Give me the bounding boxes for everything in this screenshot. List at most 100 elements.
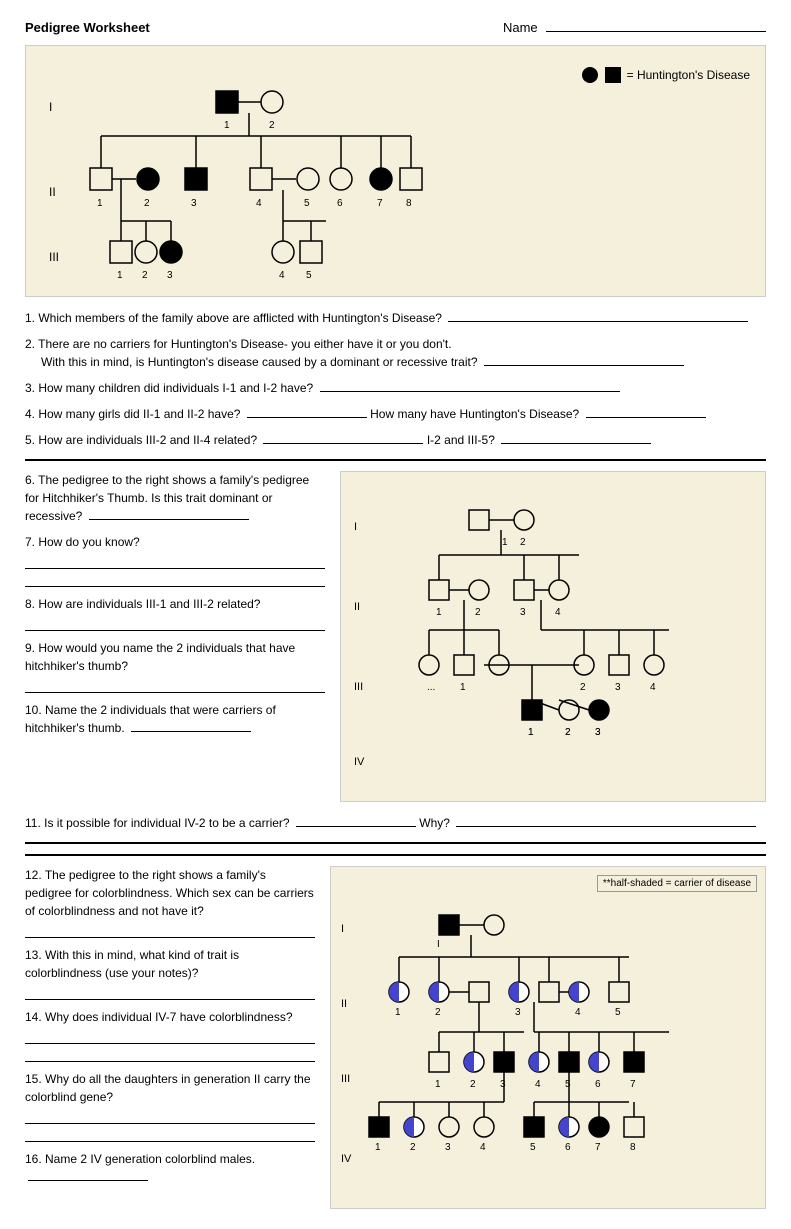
q4-answer1[interactable] bbox=[247, 417, 367, 418]
q5-text2: I-2 and III-5? bbox=[427, 433, 495, 447]
svg-text:2: 2 bbox=[470, 1079, 476, 1090]
svg-text:4: 4 bbox=[575, 1007, 581, 1018]
q14-answer[interactable] bbox=[25, 1028, 315, 1044]
svg-text:2: 2 bbox=[580, 682, 586, 693]
q15-answer[interactable] bbox=[25, 1108, 315, 1124]
bottom-section: 12. The pedigree to the right shows a fa… bbox=[25, 854, 766, 1209]
q11-text2: Why? bbox=[419, 816, 450, 830]
pedigree-diagram-3: I II III IV I bbox=[339, 897, 709, 1197]
pedigree-section-1: = Huntington's Disease I II III 1 2 1 2 … bbox=[25, 45, 766, 297]
q11-number: 11. bbox=[25, 816, 44, 830]
svg-text:4: 4 bbox=[480, 1142, 486, 1153]
question-7: 7. How do you know? bbox=[25, 533, 325, 587]
svg-text:II: II bbox=[49, 185, 56, 199]
q3-text: How many children did individuals I-1 an… bbox=[38, 381, 313, 395]
svg-text:III: III bbox=[341, 1073, 350, 1085]
svg-text:1: 1 bbox=[502, 537, 508, 548]
svg-text:3: 3 bbox=[191, 198, 197, 209]
svg-text:5: 5 bbox=[530, 1142, 536, 1153]
q3-answer[interactable] bbox=[320, 391, 620, 392]
middle-section: 6. The pedigree to the right shows a fam… bbox=[25, 471, 766, 802]
svg-text:5: 5 bbox=[306, 270, 312, 281]
q12-number: 12. bbox=[25, 868, 45, 882]
q7-number: 7. bbox=[25, 535, 38, 549]
svg-text:1: 1 bbox=[528, 727, 534, 738]
svg-text:1: 1 bbox=[97, 198, 103, 209]
question-5: 5. How are individuals III-2 and II-4 re… bbox=[25, 431, 766, 449]
name-input-line[interactable] bbox=[546, 31, 766, 32]
svg-text:II: II bbox=[354, 601, 360, 613]
svg-text:4: 4 bbox=[535, 1079, 541, 1090]
q6-answer[interactable] bbox=[89, 519, 249, 520]
svg-text:3: 3 bbox=[500, 1079, 506, 1090]
q16-text: Name 2 IV generation colorblind males. bbox=[45, 1152, 255, 1166]
question-10: 10. Name the 2 individuals that were car… bbox=[25, 701, 325, 737]
page-header: Pedigree Worksheet Name bbox=[25, 20, 766, 35]
svg-text:5: 5 bbox=[304, 198, 310, 209]
svg-text:4: 4 bbox=[650, 682, 656, 693]
svg-text:3: 3 bbox=[520, 607, 526, 618]
question-16: 16. Name 2 IV generation colorblind male… bbox=[25, 1150, 315, 1186]
q5-answer1[interactable] bbox=[263, 443, 423, 444]
q10-answer[interactable] bbox=[131, 731, 251, 732]
q1-answer[interactable] bbox=[448, 321, 748, 322]
svg-text:6: 6 bbox=[565, 1142, 571, 1153]
svg-text:2: 2 bbox=[435, 1007, 441, 1018]
svg-text:2: 2 bbox=[520, 537, 526, 548]
q7-answer[interactable] bbox=[25, 553, 325, 569]
half-shaded-label: **half-shaded = carrier of disease bbox=[597, 875, 757, 892]
q4-number: 4. bbox=[25, 407, 38, 421]
svg-text:I: I bbox=[437, 939, 440, 950]
q4-text2: How many have Huntington's Disease? bbox=[370, 407, 579, 421]
legend-text: = Huntington's Disease bbox=[627, 68, 750, 82]
svg-text:I: I bbox=[354, 521, 357, 533]
svg-text:...: ... bbox=[427, 682, 435, 693]
svg-text:IV: IV bbox=[354, 756, 365, 768]
q10-number: 10. bbox=[25, 703, 45, 717]
svg-text:3: 3 bbox=[167, 270, 173, 281]
q7-answer-2[interactable] bbox=[25, 571, 325, 587]
svg-text:3: 3 bbox=[445, 1142, 451, 1153]
q3-number: 3. bbox=[25, 381, 38, 395]
q2-number: 2. bbox=[25, 337, 38, 351]
q2-answer[interactable] bbox=[484, 365, 684, 366]
q15-answer-2[interactable] bbox=[25, 1126, 315, 1142]
q8-answer[interactable] bbox=[25, 615, 325, 631]
svg-text:8: 8 bbox=[406, 198, 412, 209]
q2-text2: With this in mind, is Huntington's disea… bbox=[41, 355, 478, 369]
q2-text1: There are no carriers for Huntington's D… bbox=[38, 337, 451, 351]
question-8: 8. How are individuals III-1 and III-2 r… bbox=[25, 595, 325, 631]
svg-text:4: 4 bbox=[256, 198, 262, 209]
q4-answer2[interactable] bbox=[586, 417, 706, 418]
q5-answer2[interactable] bbox=[501, 443, 651, 444]
q8-text: How are individuals III-1 and III-2 rela… bbox=[38, 597, 260, 611]
svg-text:7: 7 bbox=[377, 198, 383, 209]
svg-text:II: II bbox=[341, 998, 347, 1010]
q7-text: How do you know? bbox=[38, 535, 139, 549]
svg-text:1: 1 bbox=[460, 682, 466, 693]
name-field: Name bbox=[503, 20, 766, 35]
q6-number: 6. bbox=[25, 473, 38, 487]
q4-text1: How many girls did II-1 and II-2 have? bbox=[38, 407, 240, 421]
q14-answer-2[interactable] bbox=[25, 1046, 315, 1062]
q1-number: 1. bbox=[25, 311, 38, 325]
q11-answer1[interactable] bbox=[296, 826, 416, 827]
question-9: 9. How would you name the 2 individuals … bbox=[25, 639, 325, 693]
question-13: 13. With this in mind, what kind of trai… bbox=[25, 946, 315, 1000]
q12-answer[interactable] bbox=[25, 922, 315, 938]
question-2: 2. There are no carriers for Huntington'… bbox=[25, 335, 766, 371]
svg-text:4: 4 bbox=[555, 607, 561, 618]
q9-answer[interactable] bbox=[25, 677, 325, 693]
q9-text: How would you name the 2 individuals tha… bbox=[25, 641, 295, 673]
svg-text:6: 6 bbox=[595, 1079, 601, 1090]
svg-text:I: I bbox=[341, 923, 344, 935]
name-label: Name bbox=[503, 20, 538, 35]
questions-section-2: 6. The pedigree to the right shows a fam… bbox=[25, 471, 325, 802]
q11-text1: Is it possible for individual IV-2 to be… bbox=[44, 816, 289, 830]
question-1: 1. Which members of the family above are… bbox=[25, 309, 766, 327]
q13-answer[interactable] bbox=[25, 984, 315, 1000]
question-6: 6. The pedigree to the right shows a fam… bbox=[25, 471, 325, 525]
pedigree-section-2: I II III IV 1 2 1 2 3 bbox=[340, 471, 766, 802]
q11-answer2[interactable] bbox=[456, 826, 756, 827]
q16-answer[interactable] bbox=[28, 1180, 148, 1181]
